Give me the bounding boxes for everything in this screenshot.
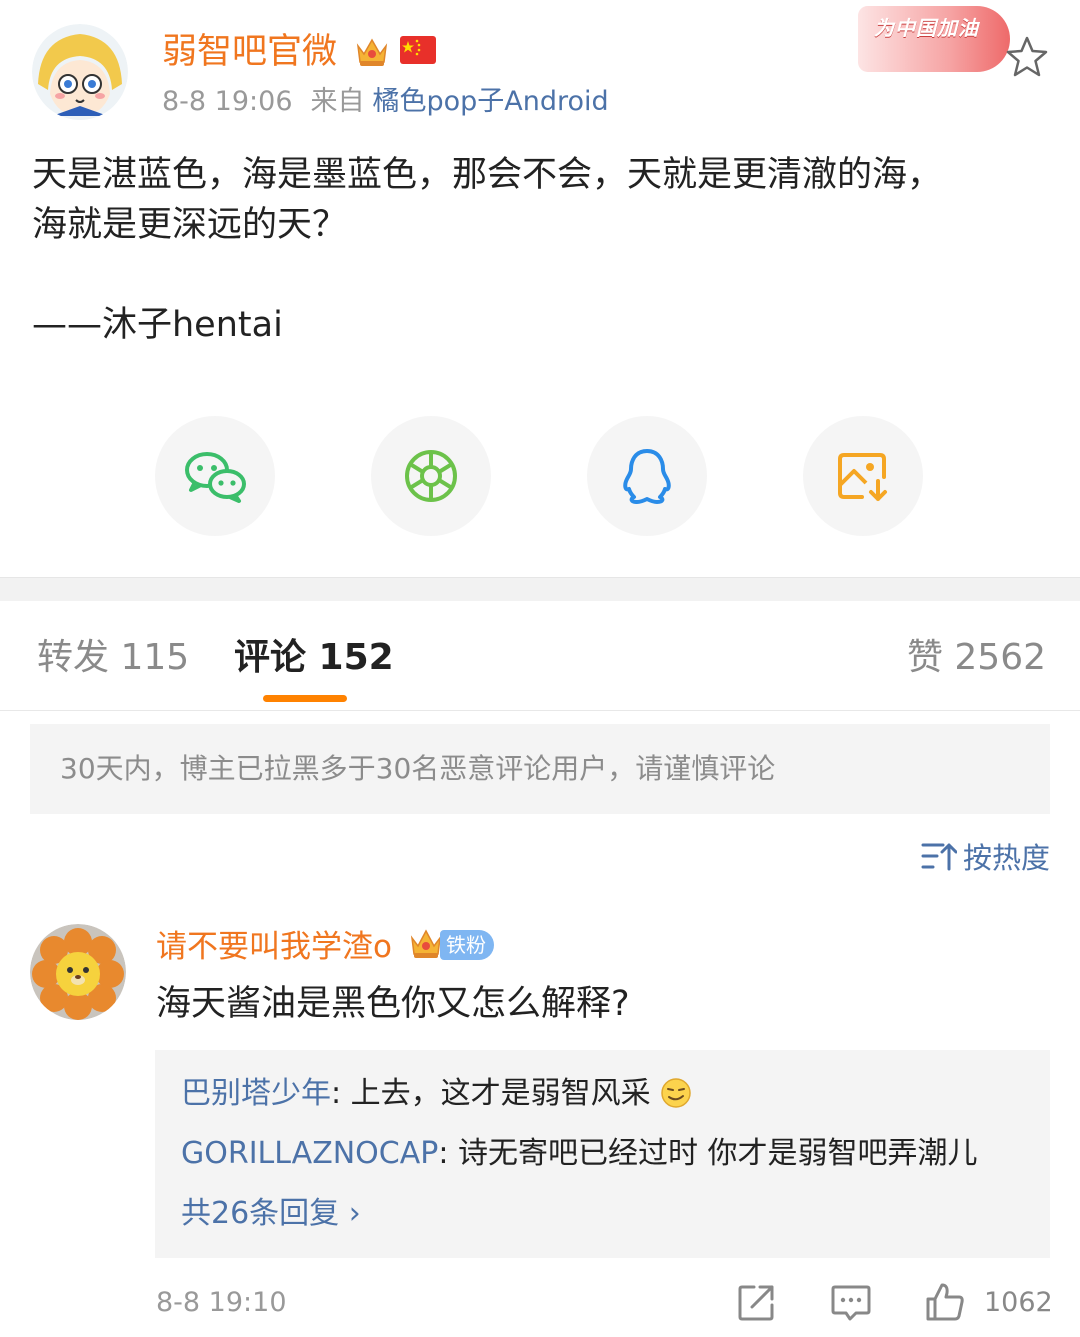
active-tab-indicator	[263, 695, 347, 702]
tab-comments[interactable]: 评论 152	[234, 634, 394, 682]
section-divider	[0, 577, 1080, 601]
sort-icon	[921, 843, 957, 871]
moments-icon	[405, 450, 457, 502]
china-flag-icon	[400, 36, 436, 64]
share-wechat-button[interactable]	[155, 416, 275, 536]
reply-item: 巴别塔少年: 上去，这才是弱智风采	[181, 1074, 692, 1114]
qq-icon	[623, 449, 671, 504]
wechat-icon	[185, 452, 246, 503]
post-author-avatar[interactable]	[32, 24, 128, 120]
fan-level-badge: 铁粉	[440, 930, 494, 960]
reply-preview-box[interactable]: 巴别塔少年: 上去，这才是弱智风采 GORILLAZNOCAP: 诗无寄吧已经过…	[155, 1050, 1050, 1258]
sort-by-hot-button[interactable]: 按热度	[921, 836, 1050, 876]
comment-icon[interactable]	[830, 1281, 872, 1323]
comment-like-count: 1062	[984, 1287, 1053, 1318]
commenter-name[interactable]: 请不要叫我学渣o	[156, 926, 392, 968]
save-image-button[interactable]	[803, 416, 923, 536]
share-moments-button[interactable]	[371, 416, 491, 536]
post-text: 天是湛蓝色，海是墨蓝色，那会不会，天就是更清澈的海， 海就是更深远的天？ ——沐…	[32, 155, 943, 345]
commenter-avatar[interactable]	[30, 924, 126, 1020]
post-time: 8-8 19:06	[162, 86, 293, 117]
comment-notice: 30天内，博主已拉黑多于30名恶意评论用户，请谨慎评论	[30, 724, 1050, 814]
post-source[interactable]: 橘色pop子Android	[373, 86, 609, 117]
vip-crown-icon	[356, 38, 388, 66]
tab-likes[interactable]: 赞 2562	[907, 634, 1046, 682]
post-author-name[interactable]: 弱智吧官微	[162, 30, 337, 74]
cheer-badge-text: 为中国加油	[874, 16, 979, 40]
tabs-divider	[0, 710, 1080, 711]
more-replies-link[interactable]: 共26条回复 ›	[181, 1194, 361, 1234]
post-meta: 8-8 19:06 来自 橘色pop子Android	[162, 84, 609, 120]
tab-repost[interactable]: 转发 115	[37, 634, 189, 682]
like-thumb-icon[interactable]	[924, 1281, 966, 1323]
reply-user[interactable]: GORILLAZNOCAP	[181, 1136, 438, 1171]
sort-label: 按热度	[962, 841, 1050, 875]
comment-text: 海天酱油是黑色你又怎么解释?	[156, 984, 630, 1024]
smirk-emoji-icon	[661, 1078, 691, 1108]
reply-user[interactable]: 巴别塔少年	[181, 1076, 331, 1111]
favorite-star-icon[interactable]	[1004, 34, 1050, 80]
reply-item: GORILLAZNOCAP: 诗无寄吧已经过时 你才是弱智吧弄潮儿	[181, 1134, 978, 1174]
vip-crown-icon	[410, 929, 442, 958]
share-icon[interactable]	[736, 1281, 778, 1323]
post-from-label: 来自	[310, 86, 365, 117]
reply-text: : 上去，这才是弱智风采	[331, 1076, 651, 1111]
comment-time: 8-8 19:10	[156, 1287, 287, 1318]
share-qq-button[interactable]	[587, 416, 707, 536]
comment-notice-text: 30天内，博主已拉黑多于30名恶意评论用户，请谨慎评论	[60, 752, 776, 785]
reply-text: : 诗无寄吧已经过时 你才是弱智吧弄潮儿	[438, 1136, 978, 1171]
cheer-china-badge[interactable]: 为中国加油	[858, 6, 1010, 72]
save-image-icon	[838, 453, 887, 501]
